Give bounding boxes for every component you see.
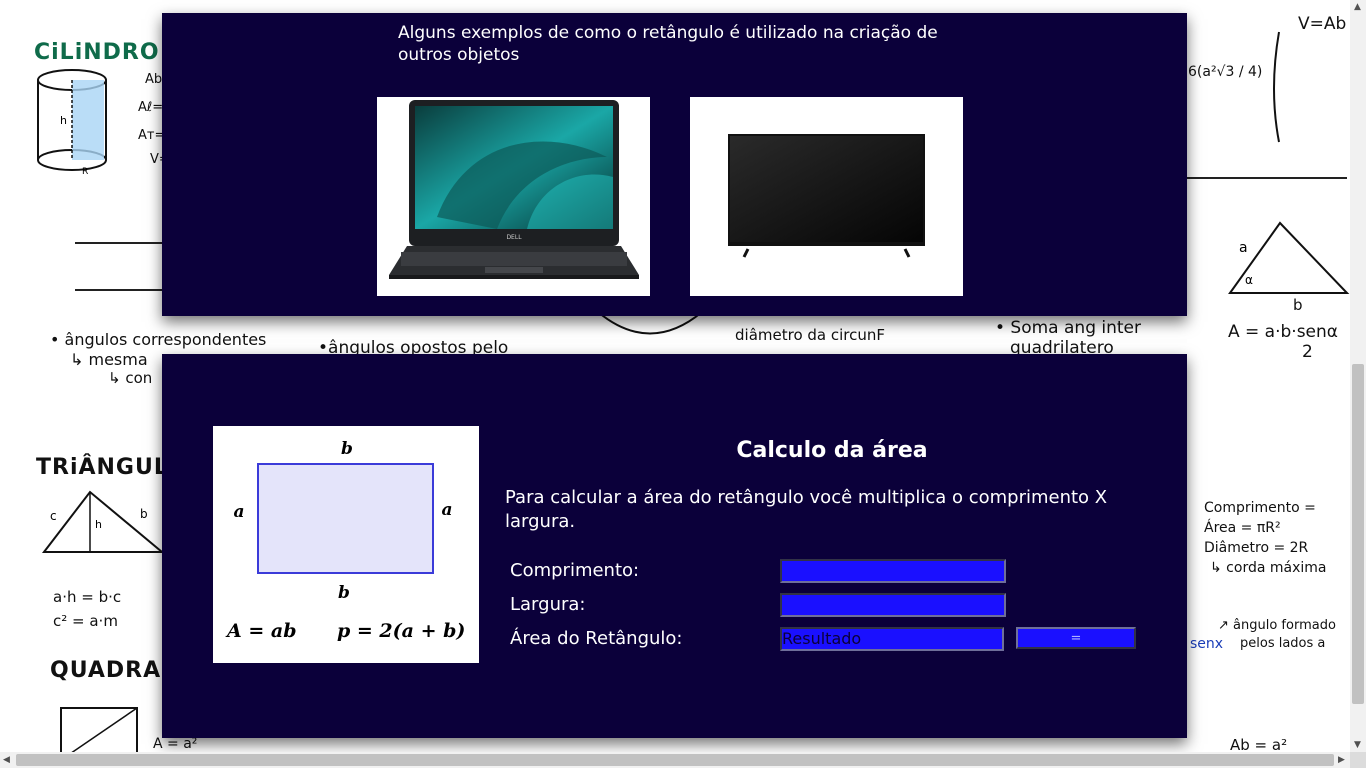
cylinder-sketch: h R: [37, 69, 107, 177]
note-line-2: [75, 289, 165, 291]
notes-heading-cilindro: CiLiNDRO: [34, 40, 160, 65]
right-triangle-sketch: c b h: [41, 490, 165, 553]
perimeter-formula: p = 2(a + b): [337, 620, 465, 642]
note-angulos-correspondentes: • ângulos correspondentes: [50, 330, 267, 349]
svg-text:α: α: [1245, 273, 1253, 287]
area-calculator-card: b b a a A = ab p = 2(a + b) Calculo da á…: [162, 354, 1187, 738]
diagram-left-label: a: [233, 502, 244, 522]
length-label: Comprimento:: [510, 560, 640, 581]
note-v-formula: V=Ab: [1298, 14, 1347, 34]
area-formula: A = ab: [225, 620, 297, 642]
rectangle-diagram: b b a a A = ab p = 2(a + b): [213, 426, 479, 663]
examples-intro-text: Alguns exemplos de como o retângulo é ut…: [398, 23, 938, 65]
triangle-sketch: a α: [1228, 221, 1350, 294]
note-senx: senx: [1190, 636, 1224, 652]
diagram-right-label: a: [441, 500, 452, 520]
note-c2: c² = a·m: [53, 612, 118, 630]
laptop-brand-label: DELL: [506, 234, 522, 241]
note-con: ↳ con: [108, 369, 153, 387]
note-a2: A = a²: [153, 736, 198, 752]
diagram-bottom-label: b: [338, 583, 350, 603]
note-comprimento: Comprimento =: [1204, 500, 1316, 516]
calculate-button[interactable]: =: [1016, 627, 1136, 649]
note-ab: Ab: [145, 72, 163, 87]
width-label: Largura:: [510, 594, 586, 615]
calculator-description: Para calcular a área do retângulo você m…: [505, 487, 1108, 532]
note-soma: • Soma ang inter: [995, 318, 1142, 338]
calculator-title: Calculo da área: [736, 438, 928, 463]
diagram-top-label: b: [341, 439, 353, 459]
width-input[interactable]: [780, 593, 1006, 617]
brace-sketch: [1273, 31, 1280, 143]
note-area-tri: A = a·b·senα: [1228, 322, 1338, 342]
note-line-3: [1187, 177, 1347, 179]
svg-text:b: b: [140, 507, 148, 521]
scrollbar-corner: [1350, 752, 1366, 768]
note-line-1: [75, 242, 165, 244]
area-label: Área do Retângulo:: [510, 628, 683, 649]
vertical-scrollbar-thumb[interactable]: [1352, 364, 1364, 704]
svg-text:c: c: [50, 509, 57, 523]
examples-card: Alguns exemplos de como o retângulo é ut…: [162, 13, 1187, 316]
note-diametro: diâmetro da circunF: [735, 326, 886, 344]
note-b: b: [1293, 296, 1303, 314]
svg-text:h: h: [95, 518, 102, 531]
note-mesma: ↳ mesma: [70, 350, 148, 369]
svg-text:a: a: [1239, 240, 1248, 256]
area-result-field: Resultado: [780, 627, 1004, 651]
note-al: Aℓ=: [138, 100, 164, 115]
laptop-image: DELL: [377, 97, 650, 296]
television-image: [690, 97, 963, 296]
note-corda: ↳ corda máxima: [1210, 560, 1327, 576]
length-input[interactable]: [780, 559, 1006, 583]
note-area-circ: Área = πR²: [1204, 520, 1281, 536]
scroll-left-arrow-icon[interactable]: ◀: [3, 755, 10, 765]
scroll-right-arrow-icon[interactable]: ▶: [1338, 755, 1345, 765]
svg-text:R: R: [82, 167, 88, 177]
note-a-tri: 6(a²√3 / 4): [1188, 64, 1263, 80]
svg-text:h: h: [60, 114, 67, 127]
horizontal-scrollbar-thumb[interactable]: [16, 754, 1334, 766]
scroll-up-arrow-icon[interactable]: ▲: [1354, 2, 1361, 12]
square-sketch: [60, 707, 138, 752]
note-ab2: Ab = a²: [1230, 736, 1288, 752]
note-pelos-lados: pelos lados a: [1240, 636, 1326, 651]
rectangle-shape: [257, 463, 434, 574]
note-angulo-formado: ↗ ângulo formado: [1218, 618, 1336, 633]
note-diametro-circ: Diâmetro = 2R: [1204, 540, 1309, 556]
scroll-down-arrow-icon[interactable]: ▼: [1354, 740, 1361, 750]
note-ah: a·h = b·c: [53, 588, 122, 606]
note-area-tri-den: 2: [1302, 342, 1313, 362]
